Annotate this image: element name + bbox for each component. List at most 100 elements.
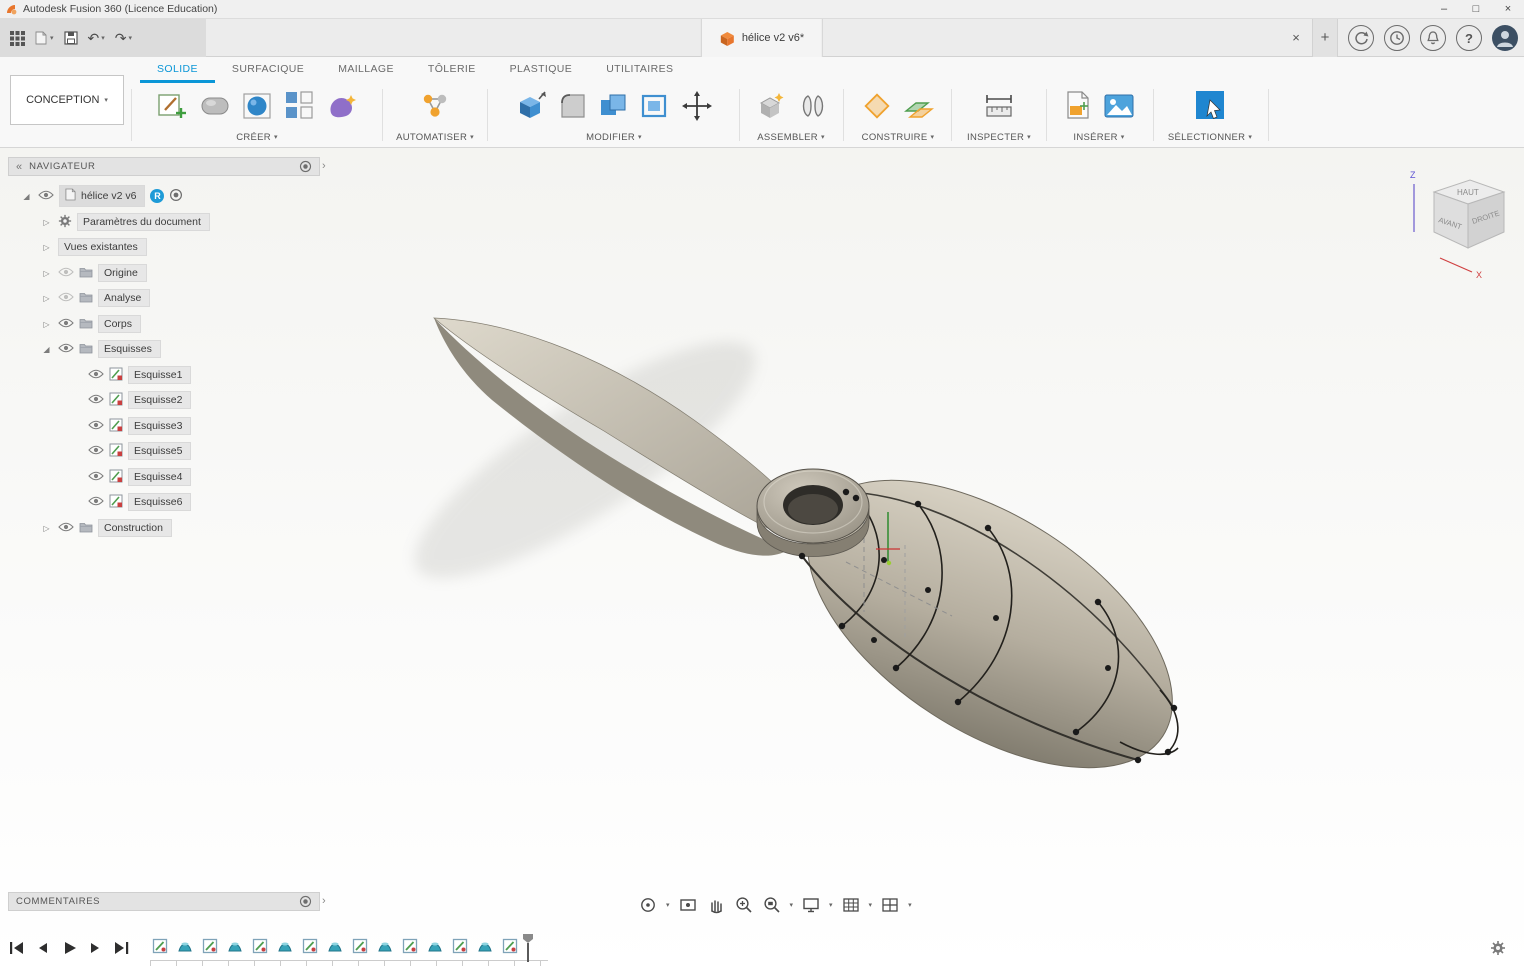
press-pull-button[interactable] — [513, 89, 549, 123]
pan-button[interactable] — [706, 895, 726, 915]
tree-item-esquisse5[interactable]: Esquisse5 — [12, 440, 191, 462]
viewport-canvas[interactable]: Z X HAUT AVANT DROITE — [0, 148, 1524, 973]
group-label-creer[interactable]: CRÉER▾ — [236, 129, 278, 145]
shell-button[interactable] — [638, 89, 672, 123]
close-button[interactable]: × — [1492, 0, 1524, 19]
chevron-down-icon[interactable]: ▾ — [869, 902, 873, 909]
timeline-feature-loft-icon[interactable] — [277, 937, 293, 955]
expand-arrow-icon[interactable]: ▷ — [40, 269, 53, 278]
form-button[interactable] — [197, 89, 233, 123]
chevron-down-icon[interactable]: ▾ — [908, 902, 912, 909]
maximize-button[interactable]: □ — [1460, 0, 1492, 19]
tree-item-esquisse1[interactable]: Esquisse1 — [12, 364, 191, 386]
expand-arrow-icon[interactable]: ▷ — [40, 524, 53, 533]
undo-button[interactable]: ↶ ▾ — [88, 30, 105, 47]
timeline-feature-loft-icon[interactable] — [477, 937, 493, 955]
timeline-feature-sketch-icon[interactable] — [352, 937, 368, 955]
minimize-button[interactable]: – — [1428, 0, 1460, 19]
visibility-eye-icon[interactable] — [88, 420, 104, 433]
tree-item-origine[interactable]: ▷ Origine — [12, 262, 147, 284]
sculpt-button[interactable] — [324, 89, 360, 123]
redo-button[interactable]: ↷ ▾ — [115, 30, 132, 47]
group-label-assembler[interactable]: ASSEMBLER▾ — [757, 129, 825, 145]
comments-panel-header[interactable]: COMMENTAIRES — [8, 892, 320, 911]
group-label-construire[interactable]: CONSTRUIRE▾ — [862, 129, 935, 145]
tab-tolerie[interactable]: TÔLERIE — [411, 57, 493, 83]
construction-plane-button[interactable] — [860, 89, 894, 123]
move-button[interactable] — [679, 89, 715, 123]
expand-arrow-icon[interactable]: ▷ — [40, 294, 53, 303]
automate-button[interactable] — [417, 89, 453, 123]
fillet-button[interactable] — [556, 89, 590, 123]
settings-gear-button[interactable] — [1490, 940, 1506, 959]
timeline-feature-sketch-icon[interactable] — [302, 937, 318, 955]
canvas-button[interactable] — [1101, 89, 1137, 123]
visibility-eye-icon[interactable] — [58, 292, 74, 305]
timeline-feature-sketch-icon[interactable] — [252, 937, 268, 955]
tree-item-esquisse4[interactable]: Esquisse4 — [12, 466, 191, 488]
offset-plane-button[interactable] — [901, 89, 937, 123]
visibility-eye-icon[interactable] — [58, 522, 74, 535]
new-tab-button[interactable]: + — [1312, 19, 1338, 57]
tree-item-analyse[interactable]: ▷ Analyse — [12, 287, 150, 309]
expand-arrow-icon[interactable]: ◢ — [20, 192, 33, 201]
select-button[interactable] — [1190, 88, 1230, 124]
display-settings-button[interactable] — [801, 895, 821, 915]
tree-item-esquisse2[interactable]: Esquisse2 — [12, 389, 191, 411]
tree-item-corps[interactable]: ▷ Corps — [12, 313, 141, 335]
timeline-feature-loft-icon[interactable] — [427, 937, 443, 955]
new-component-button[interactable] — [753, 89, 789, 123]
timeline-feature-sketch-icon[interactable] — [502, 937, 518, 955]
visibility-eye-icon[interactable] — [58, 318, 74, 331]
joint-button[interactable] — [796, 89, 830, 123]
orbit-button[interactable] — [638, 895, 658, 915]
document-tab[interactable]: hélice v2 v6* — [701, 19, 823, 57]
help-button[interactable]: ? — [1456, 25, 1482, 51]
tree-item-vues[interactable]: ▷ Vues existantes — [12, 236, 147, 258]
timeline-feature-loft-icon[interactable] — [177, 937, 193, 955]
viewports-button[interactable] — [880, 895, 900, 915]
tree-item-esquisses[interactable]: ◢ Esquisses — [12, 338, 161, 360]
group-label-modifier[interactable]: MODIFIER▾ — [586, 129, 642, 145]
visibility-eye-icon[interactable] — [88, 471, 104, 484]
panel-options-icon[interactable] — [299, 160, 312, 173]
visibility-eye-icon[interactable] — [88, 394, 104, 407]
timeline-play-button[interactable] — [58, 938, 80, 958]
visibility-eye-icon[interactable] — [38, 190, 54, 203]
tab-utilitaires[interactable]: UTILITAIRES — [589, 57, 690, 83]
tree-item-parametres[interactable]: ▷ Paramètres du document — [12, 211, 210, 233]
group-label-selectionner[interactable]: SÉLECTIONNER▾ — [1168, 129, 1252, 145]
tree-item-esquisse3[interactable]: Esquisse3 — [12, 415, 191, 437]
expand-arrow-icon[interactable]: ▷ — [40, 243, 53, 252]
timeline-feature-loft-icon[interactable] — [227, 937, 243, 955]
timeline-feature-sketch-icon[interactable] — [152, 937, 168, 955]
tab-maillage[interactable]: MAILLAGE — [321, 57, 411, 83]
job-status-button[interactable] — [1384, 25, 1410, 51]
timeline-step-back-button[interactable] — [32, 938, 54, 958]
navigator-header[interactable]: « NAVIGATEUR — [8, 157, 320, 176]
visibility-eye-icon[interactable] — [88, 445, 104, 458]
activate-radio-icon[interactable] — [169, 188, 183, 205]
chevron-down-icon[interactable]: ▾ — [666, 902, 670, 909]
expand-arrow-icon[interactable]: ◢ — [40, 345, 53, 354]
look-at-button[interactable] — [678, 895, 698, 915]
panel-options-icon[interactable] — [299, 895, 312, 908]
tab-plastique[interactable]: PLASTIQUE — [493, 57, 590, 83]
timeline-go-to-start-button[interactable] — [6, 938, 28, 958]
visibility-eye-icon[interactable] — [88, 369, 104, 382]
panel-expand-icon[interactable]: › — [322, 160, 326, 172]
timeline-feature-loft-icon[interactable] — [377, 937, 393, 955]
visibility-eye-icon[interactable] — [58, 267, 74, 280]
extensions-button[interactable] — [1348, 25, 1374, 51]
timeline-feature-sketch-icon[interactable] — [452, 937, 468, 955]
file-menu-button[interactable]: ▾ — [35, 31, 54, 46]
group-label-inserer[interactable]: INSÉRER▾ — [1073, 129, 1124, 145]
navigator-root-row[interactable]: ◢ hélice v2 v6 R — [12, 185, 183, 207]
pattern-button[interactable] — [283, 89, 317, 123]
panel-expand-icon[interactable]: › — [322, 895, 326, 907]
close-tab-button[interactable]: × — [1284, 19, 1308, 57]
timeline-feature-loft-icon[interactable] — [327, 937, 343, 955]
visibility-eye-icon[interactable] — [88, 496, 104, 509]
chevron-down-icon[interactable]: ▾ — [829, 902, 833, 909]
timeline-feature-sketch-icon[interactable] — [202, 937, 218, 955]
